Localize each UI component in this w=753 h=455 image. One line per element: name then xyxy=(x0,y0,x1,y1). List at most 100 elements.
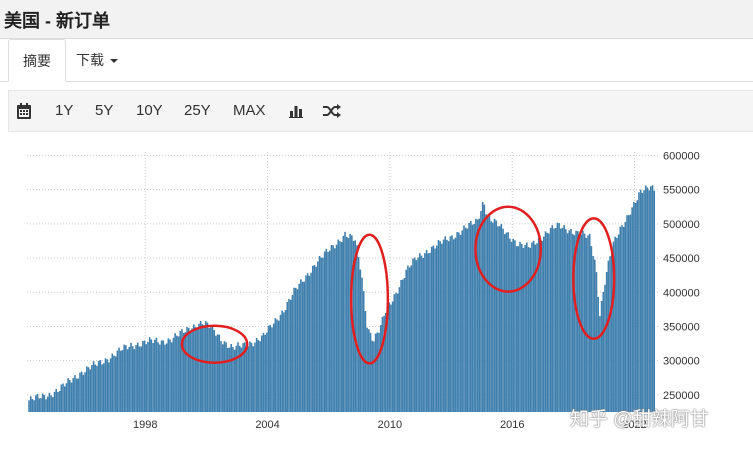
bar xyxy=(488,216,491,412)
bar xyxy=(627,215,630,412)
bar xyxy=(138,346,141,412)
bar xyxy=(317,261,319,412)
bar xyxy=(551,225,554,412)
range-25y-button[interactable]: 25Y xyxy=(184,91,211,131)
bar xyxy=(72,378,75,412)
bar xyxy=(53,391,56,412)
bar xyxy=(451,235,453,412)
bar xyxy=(159,344,161,412)
bar xyxy=(464,227,467,412)
bar xyxy=(621,225,623,412)
bar xyxy=(609,256,611,412)
bar xyxy=(35,395,37,412)
bar xyxy=(492,222,494,412)
bar xyxy=(356,245,358,412)
bar xyxy=(225,342,227,412)
bar xyxy=(546,232,549,412)
bar xyxy=(619,226,622,412)
bar xyxy=(300,279,302,412)
bar xyxy=(653,190,656,412)
bar xyxy=(310,272,312,412)
bar xyxy=(456,232,458,412)
bar xyxy=(600,300,603,412)
bar xyxy=(651,185,654,412)
bar xyxy=(198,323,200,412)
range-5y-button[interactable]: 5Y xyxy=(95,91,113,131)
bar xyxy=(469,220,472,412)
bar xyxy=(636,200,639,412)
bar xyxy=(349,233,351,412)
bar xyxy=(330,244,333,412)
bar xyxy=(429,252,431,412)
bar xyxy=(140,346,142,412)
tab-download[interactable]: 下载 xyxy=(62,39,132,81)
bar xyxy=(393,294,396,412)
bar xyxy=(639,189,642,412)
bar xyxy=(532,240,535,412)
bar xyxy=(70,382,73,412)
bar xyxy=(235,345,238,412)
bar xyxy=(566,233,569,412)
bar xyxy=(434,248,436,412)
bar xyxy=(599,316,601,412)
bar xyxy=(252,346,255,412)
bar xyxy=(102,363,105,412)
range-max-button[interactable]: MAX xyxy=(233,91,266,131)
bar xyxy=(206,322,209,412)
bar xyxy=(357,257,360,412)
bar xyxy=(60,384,63,412)
bar xyxy=(418,253,421,412)
bar xyxy=(439,241,441,412)
bar xyxy=(560,228,562,412)
bar xyxy=(509,238,511,412)
bar xyxy=(118,347,120,412)
bar xyxy=(524,244,526,412)
bar xyxy=(38,398,41,412)
bar xyxy=(373,341,375,412)
calendar-icon[interactable] xyxy=(17,91,31,131)
bar xyxy=(644,185,647,412)
bar xyxy=(427,253,430,412)
bar xyxy=(519,241,521,412)
bar xyxy=(381,316,384,412)
bar xyxy=(347,237,350,412)
bar xyxy=(145,344,148,412)
bar xyxy=(592,255,594,412)
bar xyxy=(230,344,233,412)
bar xyxy=(91,364,93,412)
bar-chart-icon[interactable] xyxy=(289,91,303,131)
bar xyxy=(174,333,176,412)
bar xyxy=(490,221,492,412)
tab-summary[interactable]: 摘要 xyxy=(8,39,66,82)
bar xyxy=(554,227,557,412)
bar xyxy=(458,232,460,412)
bar xyxy=(452,239,455,412)
bar xyxy=(266,332,268,412)
bar xyxy=(588,233,591,412)
bar xyxy=(476,219,479,412)
bar xyxy=(184,332,187,412)
range-1y-button[interactable]: 1Y xyxy=(55,91,73,131)
bar xyxy=(444,236,447,412)
bar xyxy=(313,265,316,412)
shuffle-icon[interactable] xyxy=(323,91,341,131)
bar xyxy=(99,360,102,412)
range-10y-button[interactable]: 10Y xyxy=(136,91,163,131)
bar xyxy=(441,243,443,412)
bar xyxy=(84,372,86,412)
bar xyxy=(250,342,253,412)
bar xyxy=(89,369,91,412)
tab-summary-label: 摘要 xyxy=(23,53,51,69)
bar xyxy=(325,248,328,412)
bar xyxy=(493,218,496,412)
bar xyxy=(29,396,32,412)
bar xyxy=(150,339,153,412)
bar xyxy=(215,335,217,412)
bar xyxy=(622,226,625,412)
bar xyxy=(570,228,572,412)
bar xyxy=(558,223,560,412)
bar xyxy=(582,230,584,412)
watermark-text: 知乎 @甜辣阿甘 xyxy=(570,409,709,430)
bar xyxy=(549,227,552,412)
bar xyxy=(143,340,146,412)
